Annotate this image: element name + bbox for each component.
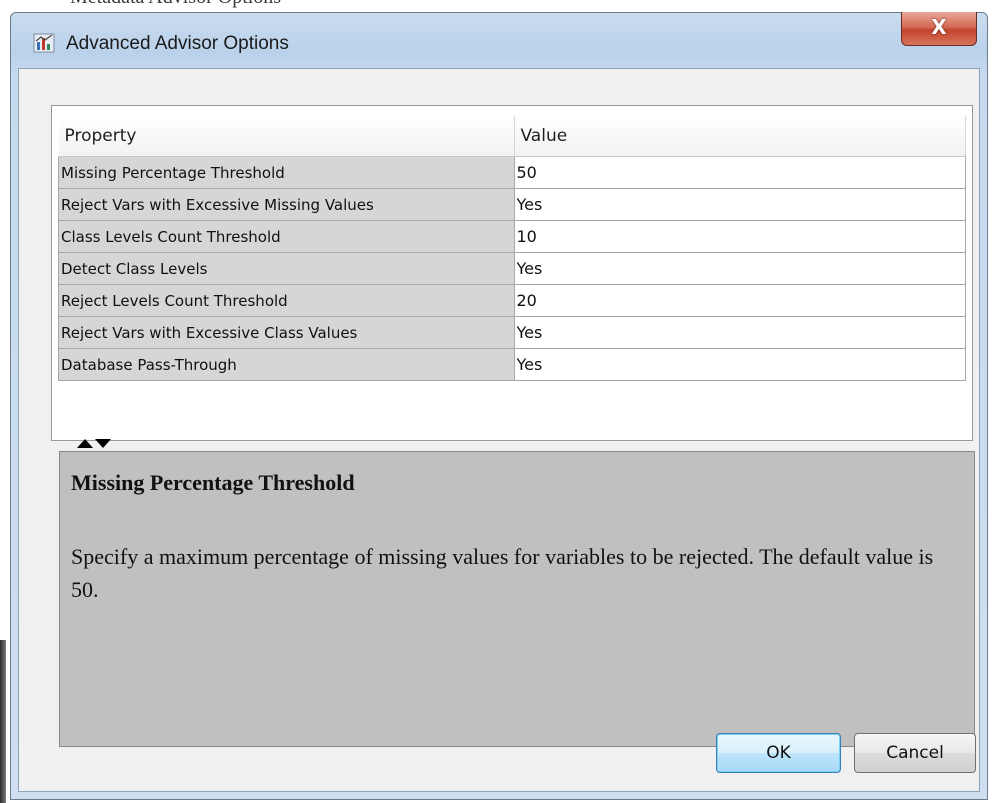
background-window-edge	[0, 640, 6, 803]
table-header-row: Property Value	[58, 116, 966, 157]
value-cell[interactable]: Yes	[513, 348, 966, 381]
property-cell[interactable]: Detect Class Levels	[58, 252, 515, 285]
close-button[interactable]: X	[901, 12, 977, 46]
title-bar[interactable]: Advanced Advisor Options X	[11, 12, 987, 65]
column-header-property[interactable]: Property	[58, 116, 515, 157]
value-cell[interactable]: Yes	[513, 252, 966, 285]
property-cell[interactable]: Reject Vars with Excessive Class Values	[58, 316, 515, 349]
value-cell[interactable]: Yes	[513, 188, 966, 221]
column-header-value[interactable]: Value	[514, 116, 966, 157]
description-title: Missing Percentage Threshold	[71, 470, 355, 495]
dialog-content: Property Value Missing Percentage Thresh…	[18, 68, 980, 792]
ok-button[interactable]: OK	[716, 733, 841, 773]
chart-app-icon	[33, 33, 55, 53]
table-row[interactable]: Missing Percentage Threshold 50	[58, 156, 966, 189]
property-cell[interactable]: Database Pass-Through	[58, 348, 515, 381]
property-cell[interactable]: Class Levels Count Threshold	[58, 220, 515, 253]
collapse-expand-arrows-icon[interactable]	[75, 437, 115, 449]
table-row[interactable]: Class Levels Count Threshold 10	[58, 220, 966, 253]
background-window-title: Metadata Advisor Options	[70, 0, 281, 9]
description-text: Specify a maximum percentage of missing …	[71, 544, 934, 602]
value-cell[interactable]: Yes	[513, 316, 966, 349]
property-cell[interactable]: Missing Percentage Threshold	[58, 156, 515, 189]
table-row[interactable]: Reject Levels Count Threshold 20	[58, 284, 966, 317]
table-row[interactable]: Database Pass-Through Yes	[58, 348, 966, 381]
property-cell[interactable]: Reject Levels Count Threshold	[58, 284, 515, 317]
table-row[interactable]: Detect Class Levels Yes	[58, 252, 966, 285]
description-panel: Missing Percentage Threshold Specify a m…	[59, 451, 975, 747]
value-cell[interactable]: 50	[513, 156, 966, 189]
close-icon: X	[931, 15, 947, 39]
screen: Metadata Advisor Options Advanced Adviso…	[0, 0, 993, 803]
property-table-frame: Property Value Missing Percentage Thresh…	[51, 105, 973, 441]
window-title: Advanced Advisor Options	[66, 33, 289, 54]
cancel-button[interactable]: Cancel	[854, 733, 976, 773]
property-cell[interactable]: Reject Vars with Excessive Missing Value…	[58, 188, 515, 221]
dialog-window: Advanced Advisor Options X Property Valu…	[10, 12, 988, 800]
table-row[interactable]: Reject Vars with Excessive Class Values …	[58, 316, 966, 349]
value-cell[interactable]: 10	[513, 220, 966, 253]
property-table: Property Value Missing Percentage Thresh…	[58, 116, 966, 381]
table-row[interactable]: Reject Vars with Excessive Missing Value…	[58, 188, 966, 221]
value-cell[interactable]: 20	[513, 284, 966, 317]
